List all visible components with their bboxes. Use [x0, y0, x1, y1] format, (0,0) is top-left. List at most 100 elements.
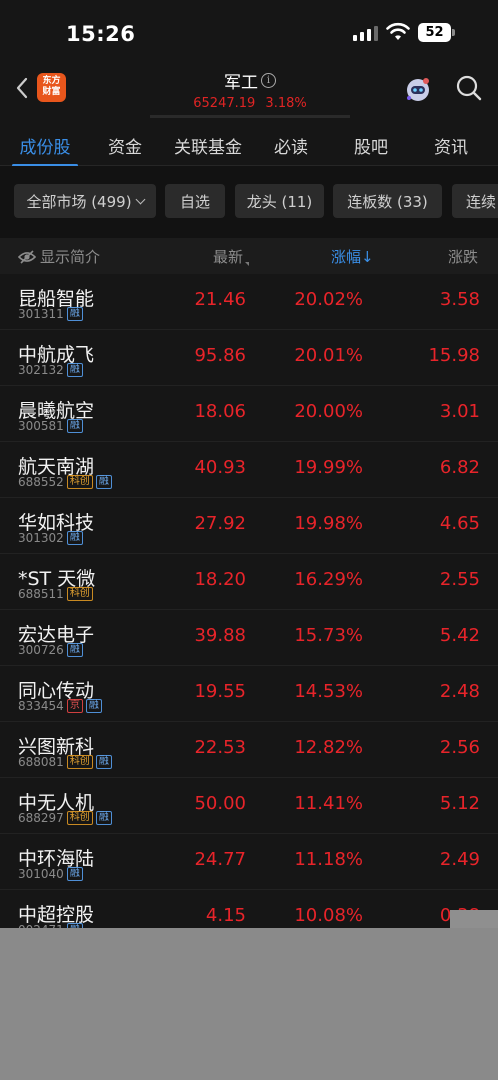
toggle-description-column[interactable]: 显示简介 — [18, 246, 100, 267]
cellular-signal-icon — [353, 26, 378, 41]
stock-tag-badge: 融 — [95, 475, 112, 489]
latest-price: 18.20 — [194, 569, 246, 590]
change-percent: 12.82% — [294, 737, 363, 758]
status-time: 15:26 — [66, 22, 136, 46]
stock-code-line: 688511 科创 — [18, 587, 93, 601]
latest-price: 18.06 — [194, 401, 246, 422]
chevron-down-icon — [135, 194, 145, 204]
table-row[interactable]: 航天南湖 688552 科创融 40.93 19.99% 6.82 — [0, 442, 498, 498]
filter-leaders[interactable]: 龙头 (11) — [235, 184, 324, 218]
section-tabs: 成份股 资金 关联基金 必读 股吧 资讯 — [0, 124, 498, 167]
column-latest-price[interactable]: 最新 — [213, 246, 250, 267]
change-amount: 2.48 — [439, 681, 480, 702]
stock-code-line: 688081 科创融 — [18, 755, 112, 769]
stock-code-line: 301040 融 — [18, 867, 83, 881]
change-amount: 5.42 — [439, 625, 480, 646]
nav-header: 东方 财富 军工 i 65247.19 3.18% — [0, 60, 498, 120]
table-row[interactable]: 晨曦航空 300581 融 18.06 20.00% 3.01 — [0, 386, 498, 442]
sector-name: 军工 — [224, 73, 258, 93]
latest-price: 4.15 — [205, 905, 246, 926]
stock-tag-badge: 科创 — [66, 811, 93, 825]
table-row[interactable]: *ST 天微 688511 科创 18.20 16.29% 2.55 — [0, 554, 498, 610]
eastmoney-logo[interactable]: 东方 财富 — [37, 73, 66, 102]
tab-stock-forum[interactable]: 股吧 — [326, 124, 416, 166]
change-percent: 19.98% — [294, 513, 363, 534]
stock-tag-badge: 科创 — [66, 755, 93, 769]
ai-assistant-robot-icon[interactable] — [403, 74, 433, 104]
stock-code-line: 300581 融 — [18, 419, 83, 433]
search-icon[interactable] — [455, 74, 483, 102]
tab-news[interactable]: 资讯 — [416, 124, 486, 166]
market-filter-dropdown[interactable]: 全部市场 (499) — [14, 184, 156, 218]
stock-tag-badge: 融 — [66, 419, 83, 433]
latest-price: 22.53 — [194, 737, 246, 758]
filter-watchlist[interactable]: 自选 — [165, 184, 225, 218]
column-change-amount[interactable]: 涨跌 — [448, 246, 478, 267]
eye-icon — [18, 250, 36, 264]
table-row[interactable]: 宏达电子 300726 融 39.88 15.73% 5.42 — [0, 610, 498, 666]
change-percent: 16.29% — [294, 569, 363, 590]
index-value: 65247.19 — [193, 96, 256, 111]
table-row[interactable]: 中超控股002471融4.1510.08%0.38 — [0, 890, 498, 928]
stock-code: 300726 — [18, 643, 64, 657]
back-arrow-icon[interactable] — [14, 76, 30, 100]
change-percent: 15.73% — [294, 625, 363, 646]
stock-tag-badge: 科创 — [66, 587, 93, 601]
table-row[interactable]: 兴图新科 688081 科创融 22.53 12.82% 2.56 — [0, 722, 498, 778]
filter-continuous[interactable]: 连续 — [452, 184, 498, 218]
index-quote: 65247.19 3.18% — [150, 96, 350, 111]
table-row[interactable]: 昆船智能 301311 融 21.46 20.02% 3.58 — [0, 274, 498, 330]
change-percent: 11.18% — [294, 849, 363, 870]
tab-funds-flow[interactable]: 资金 — [90, 124, 160, 166]
info-icon[interactable]: i — [261, 73, 276, 88]
table-row[interactable]: 同心传动 833454 京融 19.55 14.53% 2.48 — [0, 666, 498, 722]
stock-code: 302132 — [18, 363, 64, 377]
stock-list: 昆船智能 301311 融 21.46 20.02% 3.58 中航成飞 302132 融 95.… — [0, 274, 498, 928]
filter-consecutive-limit-up[interactable]: 连板数 (33) — [333, 184, 442, 218]
app-screen: 15:26 52 东方 财富 军工 i 65247.19 3.18% 成份股 资… — [0, 0, 498, 928]
filter-bar: 全部市场 (499) 自选 龙头 (11) 连板数 (33) 连续 — [0, 166, 498, 238]
stock-code-line: 300726 融 — [18, 643, 83, 657]
change-amount: 15.98 — [428, 345, 480, 366]
latest-price: 24.77 — [194, 849, 246, 870]
stock-code: 301040 — [18, 867, 64, 881]
column-change-percent[interactable]: 涨幅↓ — [331, 246, 374, 267]
stock-code-line: 833454 京融 — [18, 699, 102, 713]
stock-code-line: 688297 科创融 — [18, 811, 112, 825]
stock-code-line: 302132 融 — [18, 363, 83, 377]
latest-price: 19.55 — [194, 681, 246, 702]
battery-level: 52 — [418, 23, 451, 42]
latest-price: 50.00 — [194, 793, 246, 814]
table-row[interactable]: 中环海陆 301040 融 24.77 11.18% 2.49 — [0, 834, 498, 890]
change-percent: 19.99% — [294, 457, 363, 478]
stock-tag-badge: 京 — [66, 699, 83, 713]
stock-tag-badge: 融 — [85, 699, 102, 713]
stock-code-line: 301311 融 — [18, 307, 83, 321]
stock-code: 301311 — [18, 307, 64, 321]
table-row[interactable]: 华如科技 301302 融 27.92 19.98% 4.65 — [0, 498, 498, 554]
table-row[interactable]: 中无人机 688297 科创融 50.00 11.41% 5.12 — [0, 778, 498, 834]
table-header: 显示简介 最新 涨幅↓ 涨跌 — [0, 238, 498, 274]
change-percent: 20.01% — [294, 345, 363, 366]
tab-related-funds[interactable]: 关联基金 — [160, 124, 256, 166]
change-amount: 4.65 — [439, 513, 480, 534]
latest-price: 95.86 — [194, 345, 246, 366]
tab-constituents[interactable]: 成份股 — [0, 124, 90, 167]
stock-code-line: 688552 科创融 — [18, 475, 112, 489]
table-row[interactable]: 中航成飞 302132 融 95.86 20.01% 15.98 — [0, 330, 498, 386]
stock-code: 300581 — [18, 419, 64, 433]
stock-code: 688297 — [18, 811, 64, 825]
change-percent: 20.00% — [294, 401, 363, 422]
latest-price: 39.88 — [194, 625, 246, 646]
stock-tag-badge: 融 — [95, 811, 112, 825]
stock-code: 301302 — [18, 531, 64, 545]
change-percent: 14.53% — [294, 681, 363, 702]
battery-icon: 52 — [418, 23, 455, 42]
change-percent: 11.41% — [294, 793, 363, 814]
status-bar: 15:26 52 — [0, 0, 498, 60]
page-title: 军工 i — [224, 68, 276, 93]
tab-must-read[interactable]: 必读 — [256, 124, 326, 166]
stock-code: 688511 — [18, 587, 64, 601]
change-amount: 6.82 — [439, 457, 480, 478]
stock-tag-badge: 融 — [95, 755, 112, 769]
